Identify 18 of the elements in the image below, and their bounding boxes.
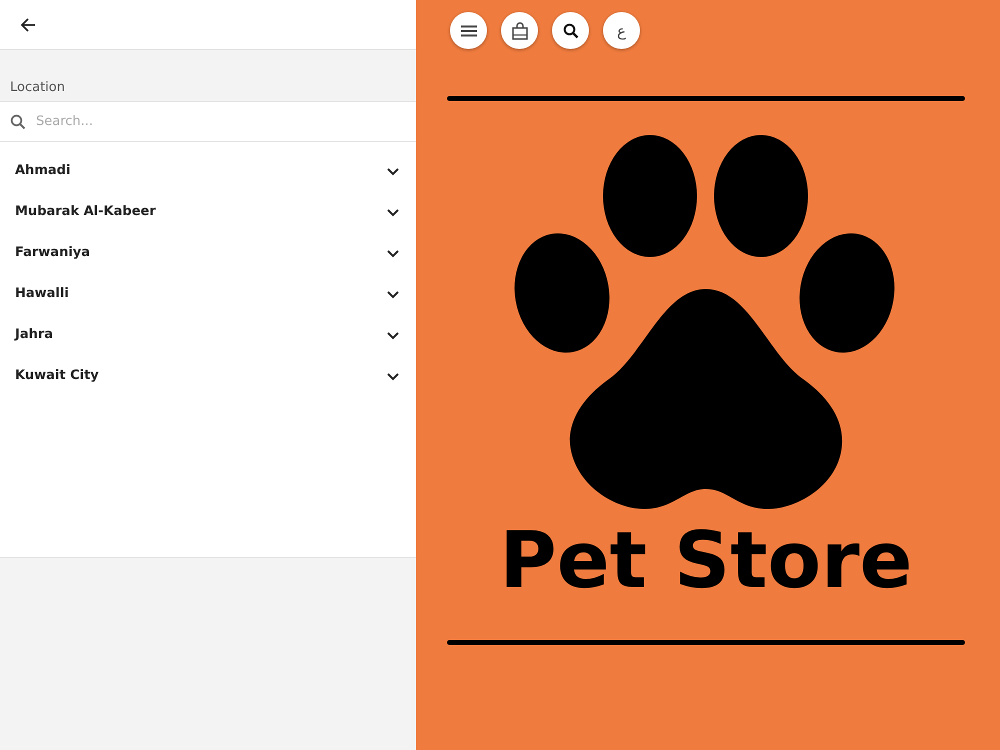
search-icon [10,114,26,130]
shopping-bag-button[interactable] [501,12,538,49]
language-button[interactable]: ع [603,12,640,49]
shopping-bag-icon [512,22,528,40]
section-label: Location [10,80,65,95]
menu-button[interactable] [450,12,487,49]
location-item[interactable]: Hawalli [0,273,416,314]
store-title: Pet Store [500,522,912,600]
menu-icon [460,24,476,36]
search-field[interactable]: Search... [34,113,416,130]
search-button[interactable] [552,12,589,49]
search-icon [562,22,578,38]
location-item[interactable]: Ahmadi [0,150,416,191]
location-item[interactable]: Kuwait City [0,355,416,396]
search-bar[interactable]: Search... [0,102,416,142]
location-item[interactable]: Farwaniya [0,232,416,273]
location-item[interactable]: Mubarak Al-Kabeer [0,191,416,232]
location-item[interactable]: Jahra [0,314,416,355]
